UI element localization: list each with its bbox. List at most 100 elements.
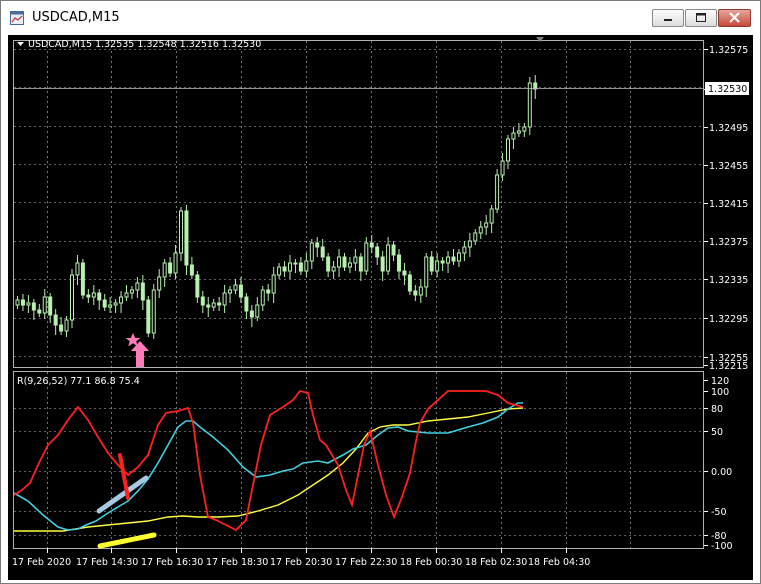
candle-body	[315, 242, 320, 248]
candle-body	[173, 252, 178, 274]
candle-body	[70, 274, 74, 321]
candle-body	[135, 282, 140, 291]
indicator-level-label: 0.00	[711, 467, 732, 478]
candle-body	[326, 256, 331, 272]
close-icon	[729, 12, 740, 23]
minimize-button[interactable]	[652, 9, 684, 27]
candle-body	[217, 302, 222, 306]
candle-body	[255, 304, 260, 318]
candle-body	[211, 302, 216, 308]
maximize-button[interactable]	[685, 9, 717, 27]
price-level-label: 1.32455	[709, 161, 748, 172]
chart-canvas[interactable]: USDCAD,M15 1.32535 1.32548 1.32516 1.325…	[8, 35, 753, 580]
candle-body	[484, 222, 489, 228]
candle-body	[424, 256, 429, 288]
annotation-blue-stroke	[96, 475, 149, 514]
candle-body	[375, 246, 380, 258]
indicator-panel-header: R(9,26,52) 77.1 86.8 75.4	[17, 376, 140, 387]
candle-body	[53, 314, 58, 326]
candle-body	[511, 132, 516, 140]
time-label: 17 Feb 2020	[12, 557, 71, 568]
chart-window-icon	[10, 11, 24, 25]
price-level-label: 1.32575	[709, 45, 748, 56]
annotation-strokes	[96, 453, 157, 549]
window-title: USDCAD,M15	[32, 10, 120, 25]
candle-body	[179, 210, 183, 254]
candle-body	[233, 284, 238, 291]
candle-body	[337, 256, 342, 268]
time-label: 18 Feb 04:30	[528, 557, 590, 568]
candle-body	[462, 246, 467, 254]
candle-body	[413, 290, 418, 296]
candle-body	[97, 292, 102, 301]
chart-window: USDCAD,M15 USDCAD,M15 1.32535 1.32548 1.…	[0, 0, 761, 584]
candle-body	[489, 208, 494, 224]
dropdown-triangle-icon[interactable]	[17, 42, 24, 46]
indicator-level-label: -50	[711, 507, 727, 518]
candle-body	[26, 302, 31, 306]
maximize-icon	[696, 13, 706, 22]
candle-body	[440, 260, 445, 264]
indicator-level-label: 100	[711, 387, 729, 398]
candle-body	[31, 302, 36, 311]
candle-body	[386, 244, 391, 272]
price-level-label: 1.32415	[709, 199, 748, 210]
candle-body	[500, 160, 505, 176]
indicator-axis: 12010080500.00-50-80-100	[704, 376, 733, 552]
candle-body	[266, 289, 271, 294]
candle-body	[200, 296, 205, 306]
time-label: 17 Feb 20:30	[270, 557, 332, 568]
candle-body	[522, 126, 527, 132]
candle-body	[467, 240, 472, 248]
candle-body	[37, 309, 42, 314]
candle-body	[516, 130, 521, 134]
chart-shift-marker[interactable]	[536, 37, 544, 42]
candle-body	[451, 256, 456, 262]
candle-body	[64, 319, 69, 332]
candle-body	[364, 242, 369, 272]
price-level-label: 1.32215	[709, 361, 748, 372]
candle-body	[184, 210, 189, 266]
candle-body	[527, 82, 532, 128]
title-bar[interactable]: USDCAD,M15	[1, 1, 760, 35]
candle-body	[402, 270, 407, 276]
chart-area[interactable]: USDCAD,M15 1.32535 1.32548 1.32516 1.325…	[8, 35, 753, 580]
candle-body	[168, 262, 173, 274]
close-button[interactable]	[718, 9, 751, 27]
candlesticks	[15, 75, 538, 339]
signal-markers	[125, 333, 149, 367]
candle-body	[435, 260, 440, 272]
price-level-label: 1.32295	[709, 314, 748, 325]
candle-body	[506, 138, 510, 162]
candle-body	[124, 292, 129, 298]
candle-body	[102, 299, 107, 308]
candle-body	[320, 246, 325, 258]
indicator-grid	[14, 372, 703, 548]
candle-body	[271, 274, 276, 294]
candle-body	[391, 244, 396, 256]
candle-body	[407, 274, 412, 292]
price-panel-header: USDCAD,M15 1.32535 1.32548 1.32516 1.325…	[28, 39, 261, 50]
candle-body	[288, 262, 292, 272]
candle-body	[380, 256, 385, 272]
candle-body	[309, 242, 314, 262]
candle-body	[48, 296, 53, 316]
candle-body	[397, 254, 401, 272]
candle-body	[20, 299, 25, 306]
candle-body	[244, 296, 249, 312]
candle-body	[473, 232, 478, 242]
rsi-slow-line	[14, 407, 524, 532]
indicator-lines	[13, 389, 524, 532]
up-arrow-icon	[131, 341, 149, 367]
candle-body	[195, 274, 200, 298]
candle-body	[228, 289, 233, 294]
candle-body	[15, 299, 20, 306]
indicator-level-label: 120	[711, 376, 729, 387]
candle-body	[446, 256, 451, 264]
annotation-yellow-stroke	[97, 532, 157, 549]
candle-body	[293, 262, 298, 265]
time-label: 17 Feb 18:30	[206, 557, 268, 568]
candle-body	[353, 256, 358, 264]
candle-body	[282, 266, 287, 272]
candle-body	[342, 256, 347, 268]
